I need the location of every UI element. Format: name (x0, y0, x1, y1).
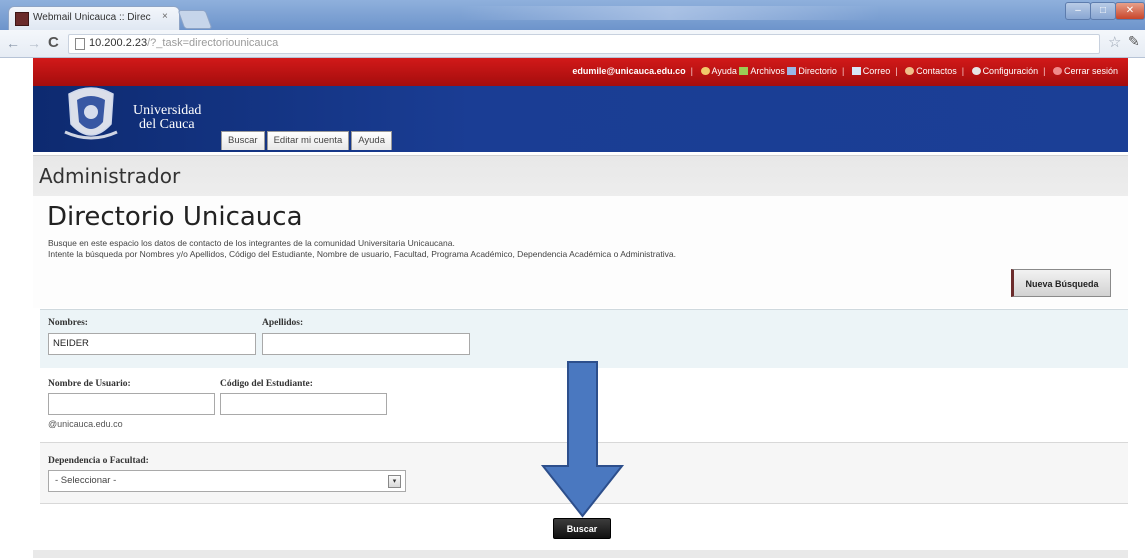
nombres-label: Nombres: (48, 318, 88, 328)
page-description: Busque en este espacio los datos de cont… (48, 238, 676, 260)
browser-title-bar: Webmail Unicauca :: Direc × – □ ✕ (0, 0, 1145, 31)
description-line1: Busque en este espacio los datos de cont… (48, 238, 455, 248)
maximize-button[interactable]: □ (1090, 2, 1116, 20)
url-host: 10.200.2.23 (89, 37, 148, 49)
usuario-domain-hint: @unicauca.edu.co (48, 419, 123, 429)
directory-icon (787, 67, 797, 75)
archive-icon (739, 67, 749, 75)
help-icon (700, 67, 710, 75)
university-name-line1: Universidad (133, 103, 202, 118)
url-path: /?_task=directoriounicauca (147, 37, 279, 49)
top-links-bar: edumile@unicauca.edu.co | Ayuda Archivos … (33, 58, 1128, 86)
new-search-button[interactable]: Nueva Búsqueda (1011, 269, 1111, 297)
codigo-input[interactable] (220, 393, 387, 415)
university-crest-logo (64, 87, 118, 140)
new-tab-button[interactable] (177, 10, 213, 29)
contacts-icon (905, 67, 915, 75)
usuario-input[interactable] (48, 393, 215, 415)
wrench-icon[interactable]: ✎ (1128, 33, 1140, 50)
link-directorio[interactable]: Directorio (787, 66, 837, 76)
browser-toolbar: ← → C 10.200.2.23/?_task=directoriounica… (0, 30, 1145, 58)
tab-close-icon[interactable]: × (162, 11, 168, 22)
browser-tab[interactable]: Webmail Unicauca :: Direc × (8, 6, 180, 31)
reload-icon[interactable]: C (48, 34, 59, 51)
apellidos-input[interactable] (262, 333, 470, 355)
footer-strip (33, 550, 1128, 558)
mail-icon (851, 67, 861, 75)
usuario-label: Nombre de Usuario: (48, 379, 131, 389)
chevron-down-icon[interactable]: ▾ (388, 475, 401, 488)
codigo-label: Código del Estudiante: (220, 379, 313, 389)
address-bar[interactable]: 10.200.2.23/?_task=directoriounicauca (68, 34, 1100, 54)
url-text: 10.200.2.23/?_task=directoriounicauca (89, 37, 278, 49)
link-configuracion[interactable]: Configuración (971, 66, 1038, 76)
top-links: edumile@unicauca.edu.co | Ayuda Archivos … (572, 66, 1118, 76)
tab-buscar[interactable]: Buscar (221, 131, 265, 150)
gear-icon (971, 67, 981, 75)
close-window-button[interactable]: ✕ (1115, 2, 1145, 20)
back-arrow-icon[interactable]: ← (6, 35, 20, 51)
dependencia-selected-value: - Seleccionar - (55, 475, 117, 486)
forward-arrow-icon[interactable]: → (27, 35, 41, 51)
search-submit-button[interactable]: Buscar (553, 518, 611, 539)
title-bar-glow (460, 6, 880, 20)
apellidos-label: Apellidos: (262, 318, 304, 328)
university-name-line2: del Cauca (139, 117, 195, 132)
university-name: Universidad del Cauca (133, 104, 201, 132)
tab-editar-cuenta[interactable]: Editar mi cuenta (266, 131, 350, 150)
page-icon (75, 38, 85, 50)
dependencia-label: Dependencia o Facultad: (48, 456, 149, 466)
logout-icon (1052, 67, 1062, 75)
page-title: Directorio Unicauca (47, 202, 303, 232)
tab-ayuda[interactable]: Ayuda (351, 131, 392, 150)
user-email: edumile@unicauca.edu.co (572, 66, 686, 76)
link-archivos[interactable]: Archivos (739, 66, 785, 76)
link-cerrar-sesion[interactable]: Cerrar sesión (1052, 66, 1118, 76)
down-arrow-annotation (540, 361, 625, 518)
admin-section-header: Administrador (33, 155, 1128, 197)
section-title: Administrador (39, 164, 181, 188)
description-line2: Intente la búsqueda por Nombres y/o Apel… (48, 249, 676, 259)
link-ayuda[interactable]: Ayuda (700, 66, 737, 76)
app-tabs: Buscar Editar mi cuenta Ayuda (221, 131, 394, 150)
minimize-button[interactable]: – (1065, 2, 1091, 20)
favicon-icon (15, 12, 29, 26)
tab-title: Webmail Unicauca :: Direc (33, 12, 151, 23)
link-contactos[interactable]: Contactos (905, 66, 957, 76)
nombres-input[interactable]: NEIDER (48, 333, 256, 355)
bookmark-star-icon[interactable]: ☆ (1108, 33, 1121, 51)
dependencia-select[interactable]: - Seleccionar - ▾ (48, 470, 406, 492)
link-correo[interactable]: Correo (851, 66, 890, 76)
